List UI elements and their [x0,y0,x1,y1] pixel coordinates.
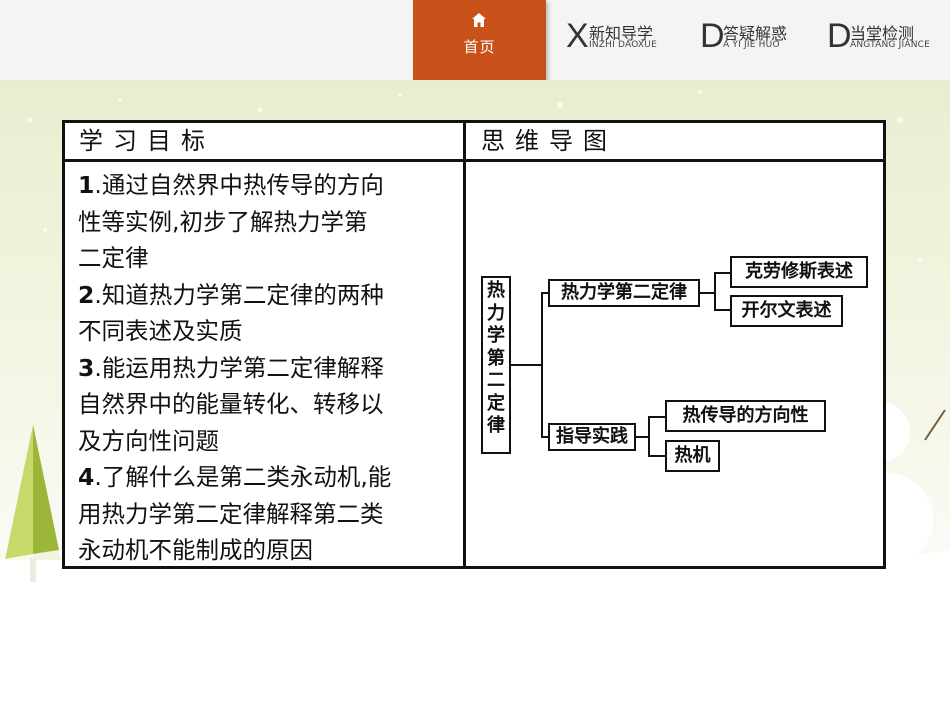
connector-line [714,272,716,310]
column-divider [463,123,466,566]
nav-letter: X [566,17,589,55]
objective-text: 自然界中的能量转化、转移以 [78,390,384,418]
objective-text: 不同表述及实质 [78,317,243,345]
mind-map-leaf: 热传导的方向性 [665,400,826,432]
mind-map-diagram: 热力学第二定律 热力学第二定律 克劳修斯表述 开尔文表述 指导实践 热传导的方向… [478,252,874,478]
connector-line [648,416,650,456]
objective-item: 1.通过自然界中热传导的方向 性等实例,初步了解热力学第 二定律 [78,167,458,277]
objectives-list: 1.通过自然界中热传导的方向 性等实例,初步了解热力学第 二定律 2.知道热力学… [78,167,458,569]
objective-text: 及方向性问题 [78,426,219,455]
nav-dangtang-jiance[interactable]: D 当堂检测 ANGTANG JIANCE [827,17,947,57]
connector-line [714,309,731,311]
connector-line [714,272,731,274]
nav-letter: D [700,17,725,55]
connector-line [511,364,543,366]
home-button[interactable]: 首页 [413,0,546,81]
connector-line [541,292,543,438]
nav-dayi-jiehuo[interactable]: D 答疑解惑 A YI JIE HUO [700,17,810,57]
home-icon [472,13,486,27]
objective-number: 1 [78,171,95,199]
objective-text: 永动机不能制成的原因 [78,536,313,564]
objective-text: 性等实例,初步了解热力学第 [78,207,368,236]
nav-xinzhi-daoxue[interactable]: X 新知导学 INZHI DAOXUE [566,17,676,57]
learning-objectives-header: 学习目标 [65,123,465,162]
nav-letter: D [827,17,852,55]
objective-text: .能运用热力学第二定律解释 [94,353,384,382]
objective-number: 2 [78,280,95,309]
nav-label-en: A YI JIE HUO [723,40,780,50]
objective-text: 用热力学第二定律解释第二类 [78,499,384,528]
mind-map-branch: 热力学第二定律 [548,279,700,307]
objective-item: 4.了解什么是第二类永动机,能 用热力学第二定律解释第二类 永动机不能制成的原因 [78,459,458,569]
mind-map-root: 热力学第二定律 [481,276,511,454]
objective-text: 二定律 [78,244,149,272]
home-label: 首页 [463,38,496,56]
mind-map-leaf: 开尔文表述 [730,295,843,327]
objective-text: .通过自然界中热传导的方向 [94,171,384,199]
mind-map-leaf: 克劳修斯表述 [730,256,868,288]
connector-line [648,416,666,418]
mind-map-header: 思维导图 [465,123,883,162]
top-nav-bar: 首页 X 新知导学 INZHI DAOXUE D 答疑解惑 A YI JIE H… [0,0,950,81]
mind-map-leaf: 热机 [665,440,720,472]
objective-text: .知道热力学第二定律的两种 [94,280,384,309]
nav-label-en: ANGTANG JIANCE [850,40,931,50]
connector-line [648,455,666,457]
nav-label-en: INZHI DAOXUE [589,40,657,50]
objective-number: 3 [78,353,95,382]
objective-text: .了解什么是第二类永动机,能 [94,463,392,491]
objective-item: 3.能运用热力学第二定律解释 自然界中的能量转化、转移以 及方向性问题 [78,350,458,460]
objective-item: 2.知道热力学第二定律的两种 不同表述及实质 [78,277,458,350]
mind-map-branch: 指导实践 [548,423,636,451]
objective-number: 4 [78,463,95,491]
